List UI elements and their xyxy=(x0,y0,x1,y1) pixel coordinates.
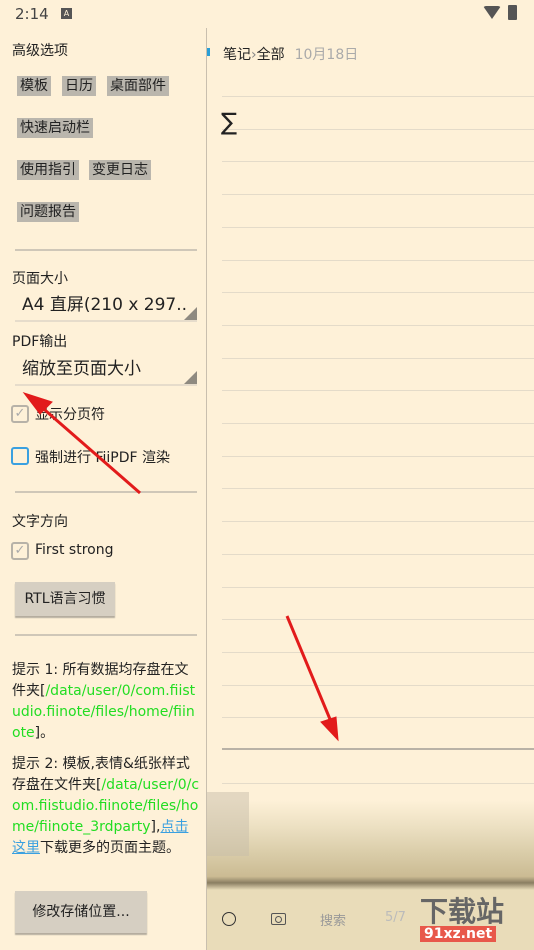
arrow-to-page-break xyxy=(285,615,339,742)
arrow-to-checkbox xyxy=(22,392,141,495)
annotation-arrows xyxy=(22,392,339,742)
